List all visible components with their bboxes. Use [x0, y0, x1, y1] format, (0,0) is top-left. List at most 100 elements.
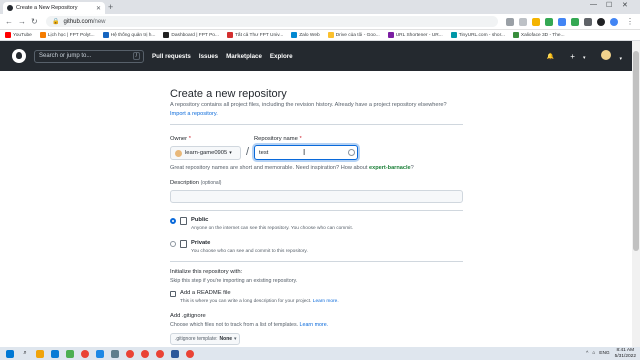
extension-icon[interactable] [545, 18, 553, 26]
close-window-icon[interactable]: ✕ [622, 1, 628, 9]
search-shortcut-key: / [132, 52, 140, 60]
chevron-down-icon: ▾ [229, 150, 232, 156]
windows-start-icon[interactable] [6, 349, 14, 358]
bookmark-item[interactable]: URL Shortener - UR... [387, 32, 443, 38]
bookmark-item[interactable]: Drive của tôi - Goo... [327, 32, 380, 38]
bookmark-item[interactable]: Xalioface 3D - The... [512, 32, 565, 38]
system-tray: ^ ⌂ ENG 8:41 AM 5/31/2022 [586, 348, 636, 359]
app-icon[interactable] [66, 349, 74, 358]
extension-icon[interactable] [571, 18, 579, 26]
import-repository-link[interactable]: Import a repository. [170, 111, 218, 117]
avatar [601, 50, 612, 60]
new-tab-icon[interactable]: + [108, 2, 113, 12]
nav-issues[interactable]: Issues [199, 53, 218, 60]
book-icon [180, 217, 187, 225]
learn-more-link[interactable]: Learn more. [300, 322, 329, 328]
github-favicon-icon [7, 5, 13, 11]
divider [170, 124, 463, 125]
github-logo-icon[interactable] [12, 49, 26, 63]
bookmark-item[interactable]: Zalo Web [291, 32, 320, 38]
reload-icon[interactable]: ↻ [31, 17, 38, 26]
repo-name-hint: Great repository names are short and mem… [170, 165, 414, 171]
profile-icon[interactable] [597, 18, 605, 26]
user-menu[interactable]: ▾ [593, 50, 622, 62]
bookmark-item[interactable]: YouTube [5, 32, 32, 38]
chrome-icon[interactable] [126, 349, 134, 358]
bookmark-item[interactable]: TinyURL.com - shor... [450, 32, 505, 38]
private-radio[interactable] [170, 241, 176, 247]
forward-icon[interactable]: → [18, 17, 26, 26]
lock-icon [180, 240, 187, 248]
back-icon[interactable]: ← [5, 17, 13, 26]
private-description: You choose who can see and commit to thi… [191, 249, 308, 254]
language-indicator[interactable]: ENG [599, 351, 609, 356]
search-input[interactable]: Search or jump to... / [34, 49, 144, 63]
bookmark-star-icon[interactable] [532, 18, 540, 26]
bookmark-favicon-icon [327, 32, 334, 38]
bookmark-favicon-icon [291, 32, 298, 38]
bookmark-label: YouTube [13, 32, 32, 38]
address-bar[interactable]: 🔒 github.com/new [46, 16, 498, 27]
translate-icon[interactable] [506, 18, 514, 26]
owner-repo-separator: / [246, 146, 250, 158]
description-input[interactable] [170, 190, 463, 203]
bookmark-label: Tất cả Thư FPT Univ... [234, 32, 284, 38]
page-title: Create a new repository [170, 88, 287, 100]
bookmark-item[interactable]: Tất cả Thư FPT Univ... [226, 32, 284, 38]
minimize-icon[interactable]: — [590, 1, 597, 8]
url-text: github.com/new [63, 18, 106, 25]
browser-tab[interactable]: Create a New Repository ✕ [3, 2, 105, 14]
bookmark-favicon-icon [450, 32, 457, 38]
edge-icon[interactable] [51, 349, 59, 358]
public-description: Anyone on the internet can see this repo… [191, 226, 354, 231]
chrome-icon[interactable] [81, 349, 89, 358]
extension-icon[interactable] [558, 18, 566, 26]
tray-chevron-icon[interactable]: ^ [586, 351, 588, 356]
owner-select[interactable]: learn-game0905 ▾ [170, 146, 241, 160]
nav-pull-requests[interactable]: Pull requests [152, 53, 191, 60]
file-explorer-icon[interactable] [36, 349, 44, 358]
nav-marketplace[interactable]: Marketplace [226, 53, 262, 60]
search-icon[interactable]: ⌕ [21, 350, 29, 358]
bookmark-favicon-icon [226, 32, 233, 38]
nav-explore[interactable]: Explore [270, 53, 293, 60]
menu-icon[interactable]: ⋮ [626, 17, 634, 26]
bookmarks-bar: YouTube Lịch học | FPT Polyt... Hệ thống q… [0, 30, 640, 41]
network-icon[interactable]: ⌂ [592, 351, 595, 356]
profile-icon[interactable] [610, 18, 618, 26]
gitignore-template-select[interactable]: .gitignore template: None ▾ [170, 333, 240, 345]
notifications-bell-icon[interactable]: 🔔 [547, 53, 554, 60]
close-tab-icon[interactable]: ✕ [96, 5, 101, 12]
share-icon[interactable] [519, 18, 527, 26]
create-new-plus-icon[interactable]: + ▾ [562, 52, 585, 61]
extensions-puzzle-icon[interactable] [584, 18, 592, 26]
bookmark-item[interactable]: Hệ thống quản trị h... [102, 32, 155, 38]
new-repository-form: Create a new repository A repository con… [170, 71, 465, 347]
bookmark-item[interactable]: Dashboard | FPT Po... [163, 32, 219, 38]
name-suggestion-link[interactable]: expert-barnacle [369, 165, 411, 171]
app-icon[interactable] [111, 349, 119, 358]
public-title: Public [191, 217, 209, 223]
app-icon[interactable] [96, 349, 104, 358]
public-radio[interactable] [170, 218, 176, 224]
description-label: Description (optional) [170, 180, 222, 186]
init-title: Initialize this repository with: [170, 269, 243, 275]
bookmark-label: TinyURL.com - shor... [458, 32, 505, 38]
bookmark-favicon-icon [512, 32, 519, 38]
chrome-icon[interactable] [141, 349, 149, 358]
maximize-icon[interactable]: ☐ [606, 1, 612, 9]
bookmark-item[interactable]: Lịch học | FPT Polyt... [39, 32, 95, 38]
word-icon[interactable] [171, 349, 179, 358]
owner-label: Owner * [170, 136, 191, 142]
divider [170, 261, 463, 262]
readme-checkbox[interactable] [170, 291, 176, 297]
scrollbar-thumb[interactable] [633, 51, 639, 251]
repository-name-input[interactable] [254, 145, 358, 160]
browser-tab-strip: Create a New Repository ✕ + — ☐ ✕ [0, 0, 640, 14]
page-scrollbar[interactable] [632, 41, 640, 347]
chrome-icon[interactable] [186, 349, 194, 358]
chrome-icon[interactable] [156, 349, 164, 358]
learn-more-link[interactable]: Learn more. [313, 299, 339, 304]
clock[interactable]: 8:41 AM 5/31/2022 [615, 348, 636, 359]
gitignore-title: Add .gitignore [170, 313, 206, 319]
